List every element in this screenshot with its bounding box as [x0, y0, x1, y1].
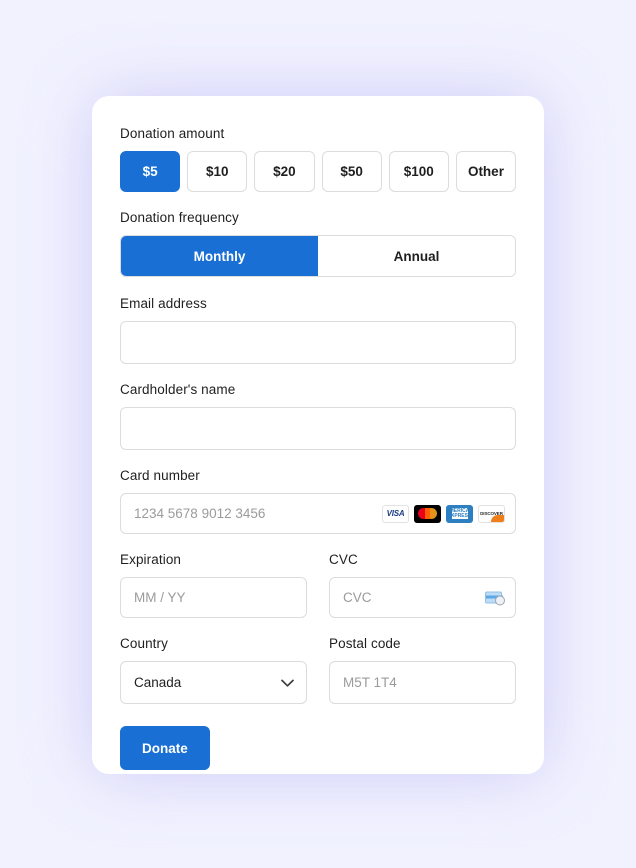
expiration-input[interactable] [120, 577, 307, 618]
donation-frequency-group: Donation frequency Monthly Annual [120, 210, 516, 277]
cvc-group: CVC [329, 552, 516, 618]
donate-button[interactable]: Donate [120, 726, 210, 770]
email-label: Email address [120, 296, 207, 311]
postal-code-input[interactable] [329, 661, 516, 704]
card-number-field: VISA AMERICANEXPRESS DISCOVER [120, 493, 516, 534]
donation-frequency-label: Donation frequency [120, 210, 239, 225]
card-number-group: Card number VISA AMERICANEXPRESS [120, 468, 516, 534]
amount-option-other[interactable]: Other [455, 151, 517, 192]
expiration-label: Expiration [120, 552, 182, 567]
expiration-cvc-row: Expiration CVC [120, 552, 516, 618]
cvc-card-icon [485, 590, 505, 605]
cvc-field [329, 577, 516, 618]
email-input[interactable] [120, 321, 516, 364]
discover-icon: DISCOVER [478, 504, 505, 523]
country-select[interactable]: Canada [120, 661, 307, 704]
amount-option-5[interactable]: $5 [120, 151, 181, 192]
postal-code-group: Postal code [329, 636, 516, 704]
donation-amount-options: $5 $10 $20 $50 $100 Other [120, 151, 517, 192]
mastercard-overlap [425, 508, 430, 519]
card-brand-icons: VISA AMERICAN EXPRESS DISCOVER [382, 504, 505, 523]
postal-code-label: Postal code [329, 636, 401, 651]
email-group: Email address [120, 296, 516, 364]
frequency-option-monthly[interactable]: Monthly [121, 236, 318, 276]
visa-icon: VISA [382, 504, 409, 523]
country-group: Country Canada [120, 636, 307, 704]
mastercard-icon [414, 504, 441, 523]
donation-frequency-toggle: Monthly Annual [120, 235, 516, 277]
amex-icon: AMERICAN EXPRESS [446, 504, 473, 523]
donation-amount-group: Donation amount $5 $10 $20 $50 $100 Othe… [120, 126, 517, 192]
visa-icon-text: VISA [386, 509, 405, 518]
frequency-option-annual[interactable]: Annual [318, 236, 515, 276]
amount-option-50[interactable]: $50 [321, 151, 382, 192]
cvc-code-circle [495, 595, 505, 605]
card-number-label: Card number [120, 468, 200, 483]
amount-option-10[interactable]: $10 [187, 151, 248, 192]
discover-swoosh [491, 514, 504, 522]
amex-icon-box: AMERICAN EXPRESS [446, 508, 473, 519]
cardholder-label: Cardholder's name [120, 382, 236, 397]
amex-icon-text: AMERICAN EXPRESS [446, 507, 473, 519]
amount-option-100[interactable]: $100 [388, 151, 449, 192]
cvc-label: CVC [329, 552, 358, 567]
cardholder-input[interactable] [120, 407, 516, 450]
country-postal-row: Country Canada Postal code [120, 636, 516, 704]
expiration-group: Expiration [120, 552, 307, 618]
donation-form-card: Donation amount $5 $10 $20 $50 $100 Othe… [92, 96, 544, 774]
country-select-wrap: Canada [120, 661, 307, 704]
country-label: Country [120, 636, 168, 651]
cardholder-group: Cardholder's name [120, 382, 516, 450]
donation-amount-label: Donation amount [120, 126, 225, 141]
amount-option-20[interactable]: $20 [254, 151, 315, 192]
